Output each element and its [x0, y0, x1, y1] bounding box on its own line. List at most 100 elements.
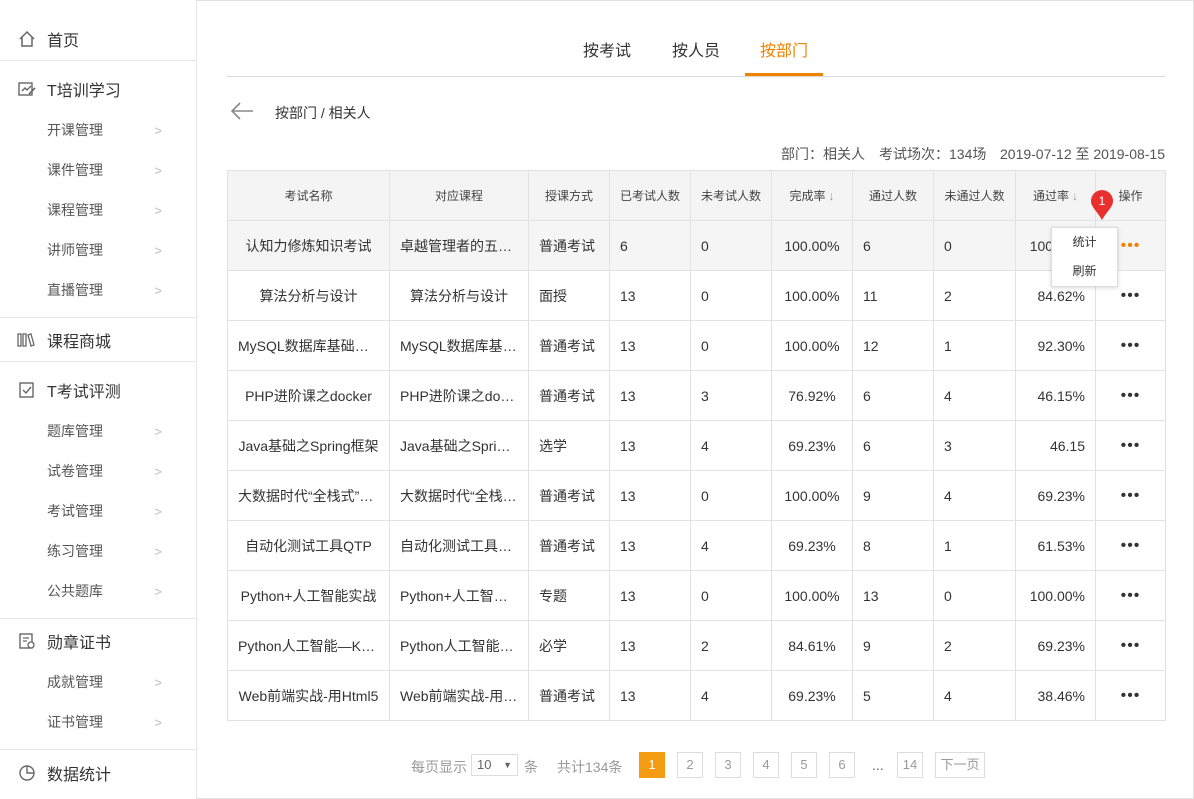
more-actions-icon[interactable]: ••• — [1095, 370, 1166, 421]
sidebar-section-label: 勋章证书 — [47, 635, 112, 652]
menu-item-refresh[interactable]: 刷新 — [1052, 257, 1117, 286]
step-marker-number: 1 — [1099, 194, 1106, 208]
sidebar-item-home[interactable]: 首页 — [0, 14, 196, 64]
col-header-sortable[interactable]: 通过率 ↓ — [1015, 170, 1096, 221]
page-button-3[interactable]: 3 — [715, 752, 741, 778]
course-cell: 卓越管理者的五项修炼 — [389, 220, 529, 271]
method-cell: 面授 — [528, 270, 610, 321]
page-button-last[interactable]: 14 — [897, 752, 923, 778]
sidebar-item-label: 题库管理 — [47, 423, 103, 439]
course-cell: PHP进阶课之docker — [389, 370, 529, 421]
col-header: 授课方式 — [528, 170, 610, 221]
sidebar-item-course[interactable]: 课程管理 > — [0, 190, 196, 230]
chevron-right-icon: > — [154, 674, 162, 690]
chevron-right-icon: > — [154, 503, 162, 519]
back-arrow-icon[interactable] — [229, 99, 255, 123]
sidebar-item-course-open[interactable]: 开课管理 > — [0, 110, 196, 150]
tab-by-exam[interactable]: 按考试 — [572, 34, 642, 76]
course-cell: 算法分析与设计 — [389, 270, 529, 321]
exam-name-cell: 大数据时代“全栈式”开发 — [227, 470, 390, 521]
exam-name-cell: MySQL数据库基础到精通 — [227, 320, 390, 371]
meta-date-range: 2019-07-12 至 2019-08-15 — [1000, 146, 1166, 162]
chevron-right-icon: > — [154, 583, 162, 599]
more-actions-icon[interactable]: ••• — [1095, 570, 1166, 621]
page-button-4[interactable]: 4 — [753, 752, 779, 778]
sidebar-section-exam[interactable]: T考试评测 — [0, 365, 196, 415]
next-page-button[interactable]: 下一页 — [935, 752, 985, 778]
pass-count-cell: 13 — [852, 570, 934, 621]
sidebar-section-label: T培训学习 — [47, 83, 121, 100]
more-actions-icon[interactable]: ••• — [1095, 520, 1166, 571]
sort-down-icon[interactable]: ↓ — [1072, 189, 1078, 203]
method-cell: 普通考试 — [528, 220, 610, 271]
sidebar-item-papers[interactable]: 试卷管理 > — [0, 451, 196, 491]
sidebar-item-mall[interactable]: 课程商城 — [0, 315, 196, 365]
completion-rate-cell: 69.23% — [771, 420, 853, 471]
exam-name-cell: 算法分析与设计 — [227, 270, 390, 321]
sidebar-item-practice[interactable]: 练习管理 > — [0, 531, 196, 571]
fail-count-cell: 1 — [933, 520, 1016, 571]
sidebar-item-public-bank[interactable]: 公共题库 > — [0, 571, 196, 611]
exam-name-cell: Web前端实战-用Html5 — [227, 670, 390, 721]
tab-by-department[interactable]: 按部门 — [745, 34, 823, 76]
sidebar-item-lecturer[interactable]: 讲师管理 > — [0, 230, 196, 270]
sidebar-item-exams[interactable]: 考试管理 > — [0, 491, 196, 531]
sidebar-section-badge[interactable]: 勋章证书 — [0, 616, 196, 666]
tab-by-person[interactable]: 按人员 — [661, 34, 731, 76]
pass-rate-cell: 69.23% — [1015, 470, 1096, 521]
page-button-6[interactable]: 6 — [829, 752, 855, 778]
menu-item-statistics[interactable]: 统计 — [1052, 228, 1117, 257]
method-cell: 必学 — [528, 620, 610, 671]
fail-count-cell: 4 — [933, 470, 1016, 521]
chevron-right-icon: > — [154, 714, 162, 730]
not-taken-count-cell: 0 — [690, 570, 772, 621]
page-button-2[interactable]: 2 — [677, 752, 703, 778]
more-actions-icon[interactable]: ••• — [1095, 320, 1166, 371]
sidebar-section-training[interactable]: T培训学习 — [0, 64, 196, 114]
exam-icon — [17, 380, 37, 400]
page-ellipsis: ... — [872, 757, 884, 773]
not-taken-count-cell: 0 — [690, 470, 772, 521]
taken-count-cell: 13 — [609, 320, 691, 371]
table-row: 认知力修炼知识考试卓越管理者的五项修炼普通考试60100.00%60100.00… — [227, 220, 1166, 271]
total-count: 共计134条 — [557, 759, 623, 775]
page-button-5[interactable]: 5 — [791, 752, 817, 778]
chevron-right-icon: > — [154, 463, 162, 479]
sidebar-item-stats[interactable]: 数据统计 — [0, 748, 196, 798]
pass-rate-cell: 46.15 — [1015, 420, 1096, 471]
per-page-select[interactable]: 10 ▼ — [471, 754, 518, 776]
per-page-label: 每页显示 — [411, 759, 467, 775]
certificate-icon — [17, 631, 37, 651]
page-button-1[interactable]: 1 — [639, 752, 665, 778]
course-cell: 大数据时代“全栈 式”开发 — [389, 470, 529, 521]
more-actions-icon[interactable]: ••• — [1095, 420, 1166, 471]
sidebar-item-achievement[interactable]: 成就管理 > — [0, 662, 196, 702]
sidebar-item-question-bank[interactable]: 题库管理 > — [0, 411, 196, 451]
sidebar-item-label: 课程管理 — [47, 202, 103, 218]
taken-count-cell: 13 — [609, 520, 691, 571]
sidebar-item-live[interactable]: 直播管理 > — [0, 270, 196, 310]
more-actions-icon[interactable]: ••• — [1095, 470, 1166, 521]
col-header-sortable[interactable]: 完成率 ↓ — [771, 170, 853, 221]
completion-rate-cell: 69.23% — [771, 520, 853, 571]
col-header-label: 通过人数 — [868, 189, 917, 203]
taken-count-cell: 13 — [609, 570, 691, 621]
divider — [0, 60, 196, 61]
col-header-label: 未考试人数 — [700, 189, 761, 203]
table-row: Web前端实战-用Html5 Web前端实战-用Html5 普通考试 13 4 69.23… — [227, 670, 1166, 721]
more-actions-icon[interactable]: ••• — [1095, 670, 1166, 721]
divider — [0, 361, 196, 362]
taken-count-cell: 13 — [609, 470, 691, 521]
taken-count-cell: 13 — [609, 420, 691, 471]
sidebar-item-certificate[interactable]: 证书管理 > — [0, 702, 196, 742]
sidebar-item-courseware[interactable]: 课件管理 > — [0, 150, 196, 190]
more-actions-icon[interactable]: ••• — [1095, 620, 1166, 671]
pass-count-cell: 6 — [852, 220, 934, 271]
completion-rate-cell: 76.92% — [771, 370, 853, 421]
table-row: MySQL数据库基础到精通MySQL数据库基础到精通普通考试130100.00%… — [227, 320, 1166, 371]
course-cell: Web前端实战-用Html5 — [389, 670, 529, 721]
pass-rate-cell: 38.46% — [1015, 670, 1096, 721]
course-cell: Java基础之Spring框架 — [389, 420, 529, 471]
taken-count-cell: 13 — [609, 370, 691, 421]
sort-down-icon[interactable]: ↓ — [829, 189, 835, 203]
